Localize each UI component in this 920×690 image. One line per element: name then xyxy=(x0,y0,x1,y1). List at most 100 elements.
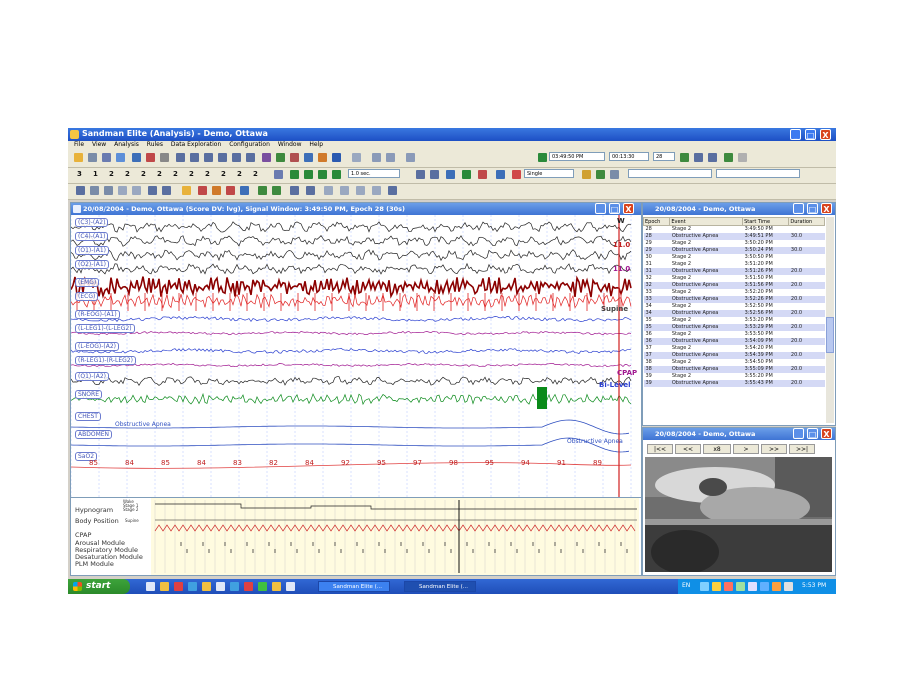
column-epoch[interactable]: Epoch xyxy=(642,217,671,226)
video-rewind-button[interactable]: << xyxy=(675,444,701,454)
tool-5-icon[interactable] xyxy=(132,186,141,195)
layout-icon[interactable] xyxy=(430,170,439,179)
grid-icon[interactable] xyxy=(406,153,415,162)
grid-view-icon[interactable] xyxy=(596,170,605,179)
rewind-icon[interactable] xyxy=(290,170,299,179)
event-row[interactable]: 33 Obstructive Apnea 3:52:26 PM 20.0 xyxy=(643,296,825,303)
epoch-score-3[interactable]: 2 xyxy=(109,170,114,178)
event-row[interactable]: 35 Obstructive Apnea 3:53:29 PM 20.0 xyxy=(643,324,825,331)
zoom-icon[interactable] xyxy=(262,153,271,162)
minimize-button[interactable]: _ xyxy=(790,129,801,140)
compare-icon[interactable] xyxy=(372,153,381,162)
time-start-field[interactable]: 03:49:50 PM xyxy=(549,152,605,161)
quicklaunch-11-icon[interactable] xyxy=(286,582,295,591)
event-list-minimize-button[interactable]: _ xyxy=(793,203,804,214)
video-skip-forward-button[interactable]: >>| xyxy=(789,444,815,454)
split-icon[interactable] xyxy=(386,153,395,162)
tile-icon[interactable] xyxy=(708,153,717,162)
event-list-scrollbar[interactable] xyxy=(826,217,834,423)
column-start-time[interactable]: Start Time xyxy=(742,217,790,226)
speed-select[interactable]: 1.0 sec. xyxy=(348,169,400,178)
epoch-score-4[interactable]: 2 xyxy=(125,170,130,178)
event-row[interactable]: 32 Stage 2 3:51:50 PM xyxy=(644,275,825,282)
tray-5-icon[interactable] xyxy=(748,582,757,591)
column-duration[interactable]: Duration xyxy=(788,217,825,226)
tool-14-icon[interactable] xyxy=(272,186,281,195)
event-row[interactable]: 34 Stage 2 3:52:50 PM xyxy=(644,303,825,310)
tool-6-icon[interactable] xyxy=(148,186,157,195)
patient-video-frame[interactable] xyxy=(645,457,832,572)
tool-12-icon[interactable] xyxy=(240,186,249,195)
settings-icon[interactable] xyxy=(496,170,505,179)
epoch-score-9[interactable]: 2 xyxy=(205,170,210,178)
table-icon[interactable] xyxy=(610,170,619,179)
event-row[interactable]: 31 Stage 2 3:51:20 PM xyxy=(644,261,825,268)
epoch-score-7[interactable]: 2 xyxy=(173,170,178,178)
analysis-icon[interactable] xyxy=(132,153,141,162)
tray-1-icon[interactable] xyxy=(700,582,709,591)
tool-2-icon[interactable] xyxy=(90,186,99,195)
menu-window[interactable]: Window xyxy=(278,141,302,148)
video-minimize-button[interactable]: _ xyxy=(793,428,804,439)
epoch-score-1[interactable]: 3 xyxy=(77,170,82,178)
event-row[interactable]: 28 Obstructive Apnea 3:49:51 PM 30.0 xyxy=(643,233,825,240)
report-icon[interactable] xyxy=(352,153,361,162)
tray-4-icon[interactable] xyxy=(736,582,745,591)
event-row[interactable]: 38 Obstructive Apnea 3:55:09 PM 20.0 xyxy=(643,366,825,373)
view-2-icon[interactable] xyxy=(190,153,199,162)
quicklaunch-5-icon[interactable] xyxy=(202,582,211,591)
signal-icon[interactable] xyxy=(462,170,471,179)
event-row[interactable]: 33 Stage 2 3:52:20 PM xyxy=(644,289,825,296)
open-icon[interactable] xyxy=(74,153,83,162)
event-row[interactable]: 34 Obstructive Apnea 3:52:56 PM 20.0 xyxy=(643,310,825,317)
tray-2-icon[interactable] xyxy=(712,582,721,591)
tray-7-icon[interactable] xyxy=(772,582,781,591)
arousal-icon[interactable] xyxy=(318,153,327,162)
empty-field-1[interactable] xyxy=(628,169,712,178)
menu-rules[interactable]: Rules xyxy=(147,141,163,148)
quicklaunch-8-icon[interactable] xyxy=(244,582,253,591)
filter-icon[interactable] xyxy=(160,153,169,162)
epoch-score-8[interactable]: 2 xyxy=(189,170,194,178)
epoch-score-6[interactable]: 2 xyxy=(157,170,162,178)
epoch-score-12[interactable]: 2 xyxy=(253,170,258,178)
epoch-score-11[interactable]: 2 xyxy=(237,170,242,178)
tool-4-icon[interactable] xyxy=(118,186,127,195)
quicklaunch-1-icon[interactable] xyxy=(146,582,155,591)
quicklaunch-6-icon[interactable] xyxy=(216,582,225,591)
tray-3-icon[interactable] xyxy=(724,582,733,591)
tool-10-icon[interactable] xyxy=(212,186,221,195)
score-window-icon[interactable] xyxy=(274,170,283,179)
event-row[interactable]: 36 Obstructive Apnea 3:54:09 PM 20.0 xyxy=(643,338,825,345)
chart-icon[interactable] xyxy=(276,153,285,162)
menu-file[interactable]: File xyxy=(74,141,84,148)
epoch-score-10[interactable]: 2 xyxy=(221,170,226,178)
undo-icon[interactable] xyxy=(738,153,747,162)
epoch-field[interactable]: 28 xyxy=(653,152,675,161)
quicklaunch-4-icon[interactable] xyxy=(188,582,197,591)
marker-icon[interactable] xyxy=(304,153,313,162)
scrollbar-thumb[interactable] xyxy=(826,317,834,353)
quicklaunch-3-icon[interactable] xyxy=(174,582,183,591)
start-button[interactable]: start xyxy=(68,579,130,594)
event-row[interactable]: 37 Obstructive Apnea 3:54:39 PM 20.0 xyxy=(643,352,825,359)
view-6-icon[interactable] xyxy=(246,153,255,162)
tool-19-icon[interactable] xyxy=(356,186,365,195)
hypnogram-graph[interactable] xyxy=(71,498,641,575)
language-indicator[interactable]: EN xyxy=(682,582,690,589)
quicklaunch-10-icon[interactable] xyxy=(272,582,281,591)
menu-configuration[interactable]: Configuration xyxy=(229,141,270,148)
epoch-score-5[interactable]: 2 xyxy=(141,170,146,178)
menu-help[interactable]: Help xyxy=(309,141,323,148)
fast-forward-icon[interactable] xyxy=(332,170,341,179)
tool-3-icon[interactable] xyxy=(104,186,113,195)
event-row[interactable]: 29 Stage 2 3:50:20 PM xyxy=(644,240,825,247)
flag-icon[interactable] xyxy=(478,170,487,179)
view-4-icon[interactable] xyxy=(218,153,227,162)
tools-icon[interactable] xyxy=(582,170,591,179)
menu-view[interactable]: View xyxy=(92,141,106,148)
event-row[interactable]: 28 Stage 2 3:49:50 PM xyxy=(644,226,825,234)
rules-icon[interactable] xyxy=(146,153,155,162)
event-row[interactable]: 30 Stage 2 3:50:50 PM xyxy=(644,254,825,261)
tool-17-icon[interactable] xyxy=(324,186,333,195)
